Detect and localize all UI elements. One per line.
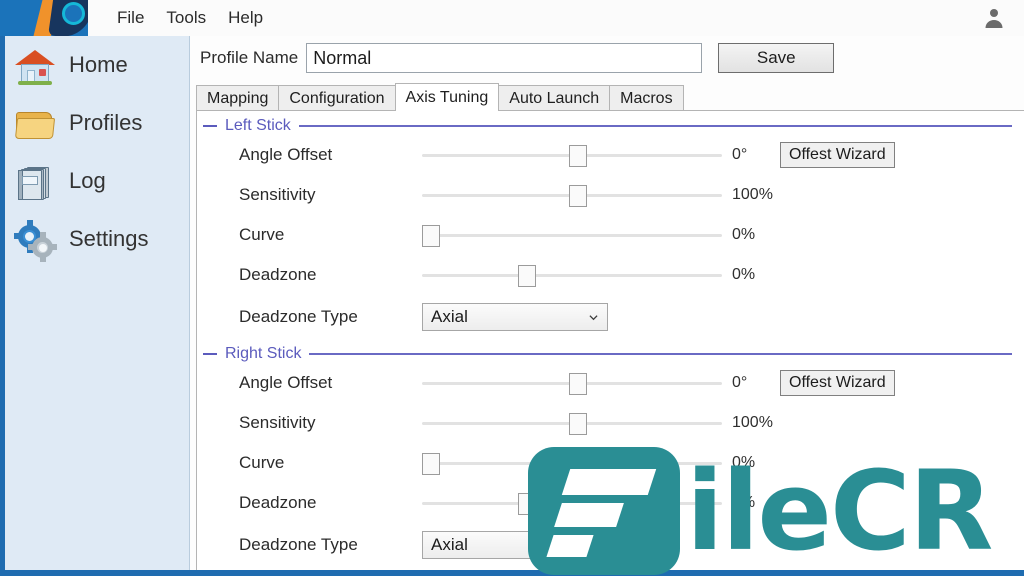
row-label: Curve: [239, 225, 285, 244]
left-offset-wizard-button[interactable]: Offest Wizard: [780, 142, 895, 168]
app-logo-icon: [0, 0, 88, 36]
group-title: Right Stick: [225, 345, 302, 362]
row-label: Sensitivity: [239, 413, 316, 432]
group-title: Left Stick: [225, 117, 291, 134]
row-right-deadzone-type: Deadzone Type Axial: [197, 523, 1024, 567]
profile-name-label: Profile Name: [200, 48, 299, 67]
menu-bar: File Tools Help: [88, 0, 1024, 36]
sidebar-item-label: Log: [69, 168, 106, 193]
row-value: 0°: [732, 146, 748, 163]
tab-macros[interactable]: Macros: [609, 85, 684, 111]
slider-thumb[interactable]: [569, 373, 587, 395]
row-left-deadzone-type: Deadzone Type Axial: [197, 295, 1024, 339]
application-window: File Tools Help Home Profiles Log Settin…: [0, 0, 1024, 576]
slider-thumb[interactable]: [569, 185, 587, 207]
profile-name-row: Profile Name Save: [200, 41, 1024, 75]
left-curve-slider[interactable]: [422, 224, 722, 247]
main-content: Profile Name Save Mapping Configuration …: [190, 36, 1024, 570]
row-left-sensitivity: Sensitivity 100%: [197, 175, 1024, 215]
collapse-dash-icon: [203, 125, 217, 127]
sidebar-item-log[interactable]: Log: [5, 152, 189, 210]
tab-axis-tuning[interactable]: Axis Tuning: [394, 83, 500, 111]
chevron-down-icon: [589, 543, 598, 549]
row-label: Deadzone: [239, 493, 317, 512]
group-rule: [298, 125, 1012, 127]
right-deadzone-type-select[interactable]: Axial: [422, 531, 608, 559]
account-icon[interactable]: [982, 6, 1006, 30]
menu-help[interactable]: Help: [217, 5, 274, 31]
row-value: 0%: [732, 494, 756, 511]
sidebar-item-label: Settings: [69, 226, 149, 251]
collapse-dash-icon: [203, 353, 217, 355]
axis-tuning-panel: Left Stick Angle Offset 0° Offest Wizard…: [196, 110, 1024, 570]
row-label: Deadzone Type: [239, 535, 358, 554]
group-header-left-stick: Left Stick: [197, 111, 1024, 135]
right-deadzone-slider[interactable]: [422, 492, 722, 515]
select-value: Axial: [431, 307, 468, 326]
row-value: 0%: [732, 454, 756, 471]
row-left-curve: Curve 0%: [197, 215, 1024, 255]
row-value: 0%: [732, 226, 756, 243]
slider-thumb[interactable]: [569, 413, 587, 435]
row-value: 0%: [732, 266, 756, 283]
row-right-deadzone: Deadzone 0%: [197, 483, 1024, 523]
chevron-down-icon: [589, 315, 598, 321]
row-left-angle-offset: Angle Offset 0° Offest Wizard: [197, 135, 1024, 175]
row-right-curve: Curve 0%: [197, 443, 1024, 483]
row-value: 100%: [732, 414, 773, 431]
sidebar-item-profiles[interactable]: Profiles: [5, 94, 189, 152]
row-label: Curve: [239, 453, 285, 472]
left-sensitivity-slider[interactable]: [422, 184, 722, 207]
folder-icon: [13, 102, 57, 144]
slider-thumb[interactable]: [422, 225, 440, 247]
window-border-bottom: [0, 570, 1024, 576]
profile-name-input[interactable]: [306, 43, 703, 73]
slider-thumb[interactable]: [422, 453, 440, 475]
row-left-deadzone: Deadzone 0%: [197, 255, 1024, 295]
row-label: Angle Offset: [239, 373, 333, 392]
slider-track: [422, 502, 722, 505]
group-header-right-stick: Right Stick: [197, 339, 1024, 363]
tab-mapping[interactable]: Mapping: [196, 85, 280, 111]
slider-track: [422, 274, 722, 277]
save-button[interactable]: Save: [718, 43, 835, 73]
house-icon: [13, 44, 57, 86]
gears-icon: [13, 218, 57, 262]
books-icon: [13, 160, 57, 202]
tab-auto-launch[interactable]: Auto Launch: [498, 85, 611, 111]
slider-track: [422, 462, 722, 465]
select-value: Axial: [431, 535, 468, 554]
tab-bar: Mapping Configuration Axis Tuning Auto L…: [196, 83, 684, 111]
row-right-sensitivity: Sensitivity 100%: [197, 403, 1024, 443]
right-curve-slider[interactable]: [422, 452, 722, 475]
sidebar-item-settings[interactable]: Settings: [5, 210, 189, 268]
row-right-angle-offset: Angle Offset 0° Offest Wizard: [197, 363, 1024, 403]
right-angle-offset-slider[interactable]: [422, 372, 722, 395]
tab-configuration[interactable]: Configuration: [278, 85, 396, 111]
menu-tools[interactable]: Tools: [155, 5, 217, 31]
row-label: Angle Offset: [239, 145, 333, 164]
right-sensitivity-slider[interactable]: [422, 412, 722, 435]
row-label: Sensitivity: [239, 185, 316, 204]
slider-thumb[interactable]: [569, 145, 587, 167]
group-rule: [309, 353, 1012, 355]
menu-file[interactable]: File: [106, 5, 155, 31]
left-angle-offset-slider[interactable]: [422, 144, 722, 167]
right-offset-wizard-button[interactable]: Offest Wizard: [780, 370, 895, 396]
slider-track: [422, 234, 722, 237]
row-label: Deadzone Type: [239, 307, 358, 326]
left-deadzone-type-select[interactable]: Axial: [422, 303, 608, 331]
slider-thumb[interactable]: [518, 493, 536, 515]
row-value: 100%: [732, 186, 773, 203]
left-deadzone-slider[interactable]: [422, 264, 722, 287]
sidebar-item-label: Profiles: [69, 110, 143, 135]
sidebar-item-label: Home: [69, 52, 128, 77]
row-label: Deadzone: [239, 265, 317, 284]
row-value: 0°: [732, 374, 748, 391]
sidebar: Home Profiles Log Settings: [5, 36, 190, 570]
slider-thumb[interactable]: [518, 265, 536, 287]
sidebar-item-home[interactable]: Home: [5, 36, 189, 94]
